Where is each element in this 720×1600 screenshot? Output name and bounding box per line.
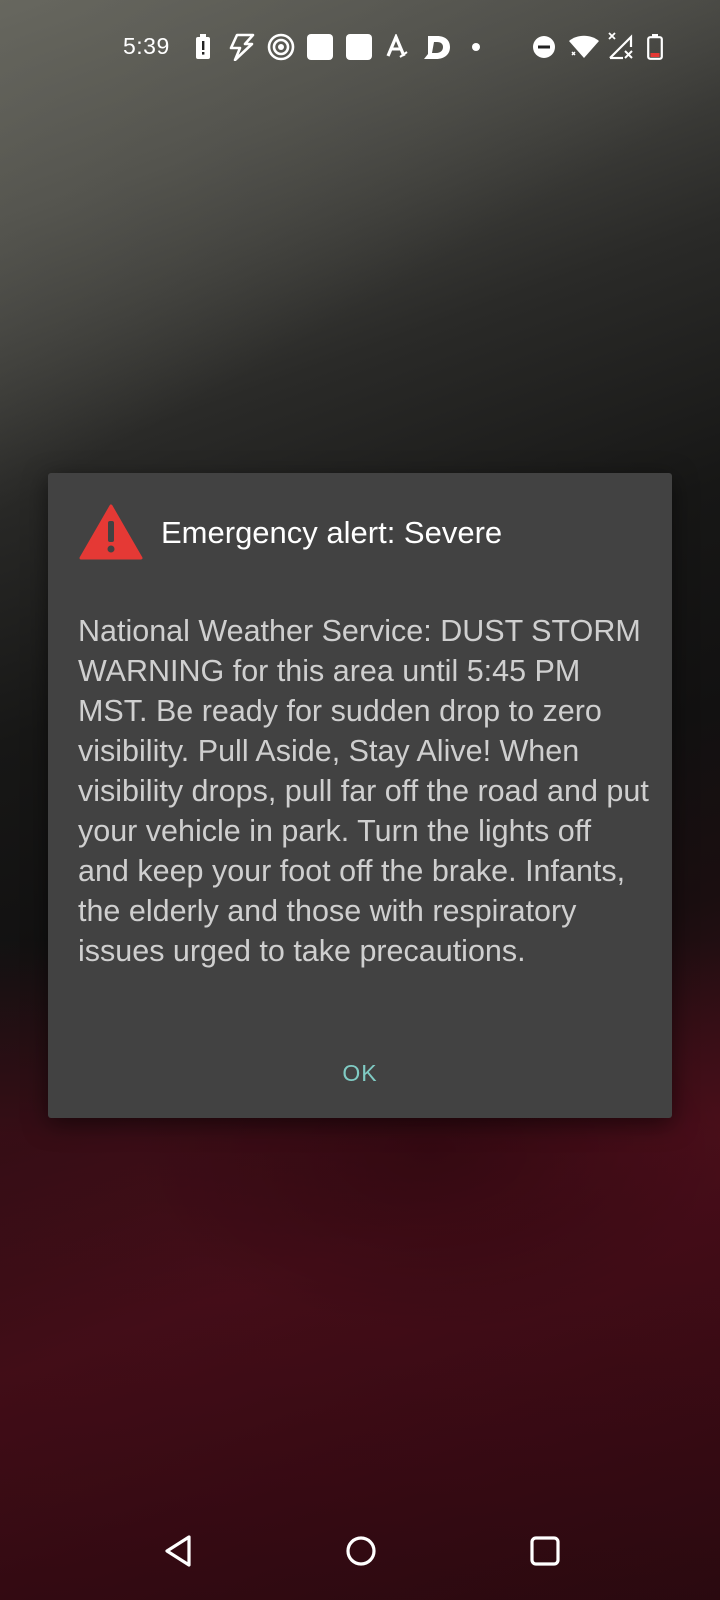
app-square-icon [344,33,374,61]
back-icon[interactable] [153,1526,203,1576]
do-not-disturb-icon [531,33,557,61]
wifi-icon [567,33,601,61]
ok-button[interactable]: OK [310,1053,410,1093]
status-bar: 5:39 [0,0,720,96]
dialog-title: Emergency alert: Severe [161,515,503,550]
dialog-message: National Weather Service: DUST STORM WAR… [78,614,649,968]
recents-icon[interactable] [520,1526,570,1576]
d-app-icon [421,33,453,61]
battery-low-icon [645,33,665,61]
emergency-alert-dialog: Emergency alert: Severe National Weather… [48,473,672,1118]
target-icon [266,33,296,61]
warning-triangle-icon [79,503,143,561]
lightning-icon [226,33,258,61]
battery-alert-icon [193,33,213,61]
signal-off-icon [606,32,636,61]
home-icon[interactable] [336,1526,386,1576]
app-square-icon [305,33,335,61]
font-a-icon [384,33,410,61]
navigation-bar [0,1506,720,1600]
dot-icon [470,33,482,61]
status-time: 5:39 [123,33,170,59]
